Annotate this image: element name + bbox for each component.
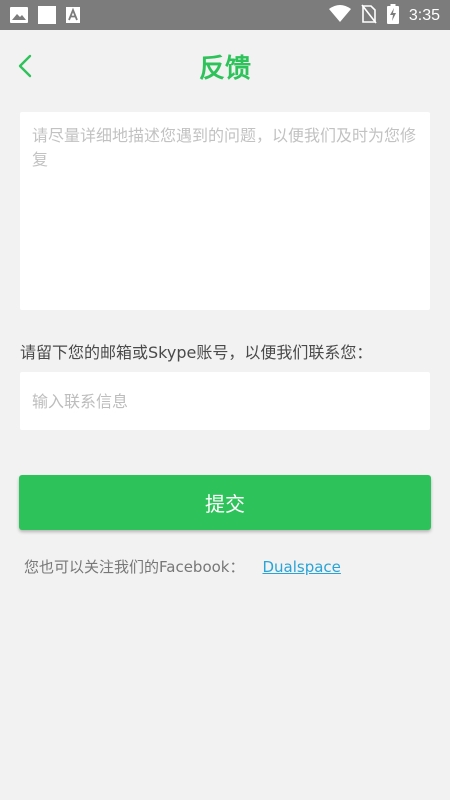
battery-charging-icon — [386, 4, 399, 28]
status-left — [10, 6, 80, 28]
no-sim-icon — [361, 4, 377, 28]
page-title: 反馈 — [198, 54, 251, 84]
facebook-text: 您也可以关注我们的Facebook： — [24, 558, 245, 576]
status-bar: 3:35 — [0, 0, 450, 30]
contact-container — [20, 372, 430, 430]
feedback-container — [20, 112, 430, 310]
wifi-icon — [328, 5, 351, 27]
text-a-icon — [66, 7, 80, 27]
submit-button[interactable]: 提交 — [19, 475, 431, 530]
header: 反馈 — [0, 30, 450, 100]
contact-input[interactable] — [20, 372, 430, 430]
facebook-link[interactable]: Dualspace — [262, 558, 340, 576]
contact-label: 请留下您的邮箱或Skype账号，以便我们联系您： — [20, 343, 373, 362]
image-icon — [10, 7, 28, 27]
facebook-line: 您也可以关注我们的Facebook： Dualspace — [24, 556, 341, 577]
status-right: 3:35 — [328, 4, 440, 28]
feedback-textarea[interactable] — [20, 112, 430, 310]
status-time: 3:35 — [408, 7, 440, 24]
square-icon — [38, 6, 56, 28]
